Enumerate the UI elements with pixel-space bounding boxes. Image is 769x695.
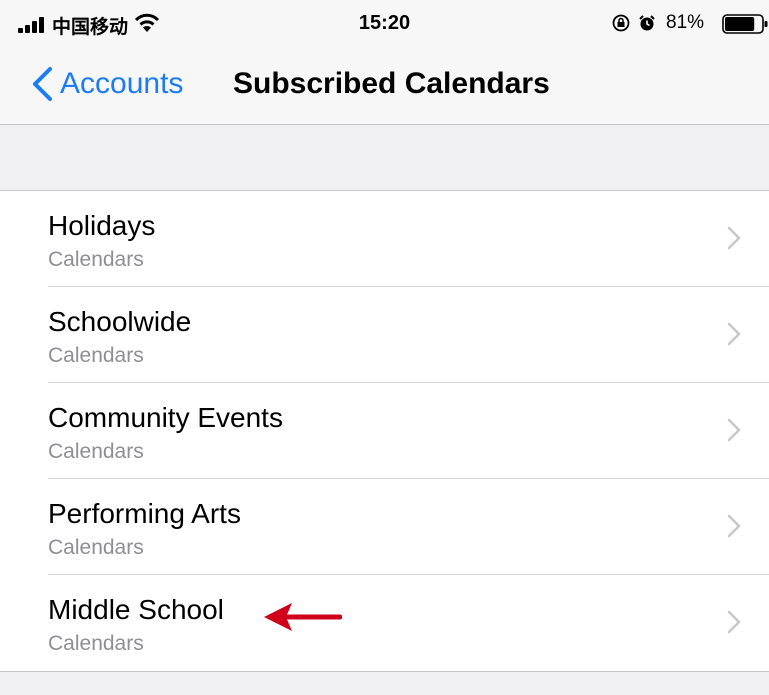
chevron-right-icon [727,226,741,250]
chevron-right-icon [727,418,741,442]
list-item-schoolwide[interactable]: Schoolwide Calendars [0,287,769,383]
list-item-subtitle: Calendars [48,536,144,559]
chevron-right-icon [727,610,741,634]
list-item-title: Performing Arts [48,498,241,529]
battery-icon [722,14,768,34]
list-item-title: Schoolwide [48,306,192,337]
alarm-icon [639,15,655,31]
rotation-lock-icon [612,14,630,32]
status-bar: 中国移动 15:20 81% [0,0,769,48]
top-bar: 中国移动 15:20 81% Accounts Subscribed Calen… [0,0,769,125]
calendar-list: Holidays Calendars Schoolwide Calendars … [0,190,769,672]
navigation-bar: Accounts Subscribed Calendars [0,48,769,124]
page-title: Subscribed Calendars [233,67,550,100]
list-item-holidays[interactable]: Holidays Calendars [0,191,769,287]
list-item-title: Middle School [48,594,224,625]
arrow-left-icon [264,603,342,631]
list-item-subtitle: Calendars [48,248,144,271]
list-item-subtitle: Calendars [48,632,144,655]
list-item-performing-arts[interactable]: Performing Arts Calendars [0,479,769,575]
list-item-community-events[interactable]: Community Events Calendars [0,383,769,479]
list-item-subtitle: Calendars [48,440,144,463]
chevron-left-icon [33,67,52,101]
list-item-subtitle: Calendars [48,344,144,367]
list-item-middle-school[interactable]: Middle School Calendars [0,575,769,671]
back-button[interactable]: Accounts [30,62,183,106]
screen: 中国移动 15:20 81% Accounts Subscribed Calen… [0,0,769,695]
chevron-right-icon [727,322,741,346]
list-item-title: Community Events [48,402,283,433]
chevron-right-icon [727,514,741,538]
battery-percent: 81% [666,12,705,33]
list-item-title: Holidays [48,210,156,241]
back-button-label: Accounts [60,67,184,100]
